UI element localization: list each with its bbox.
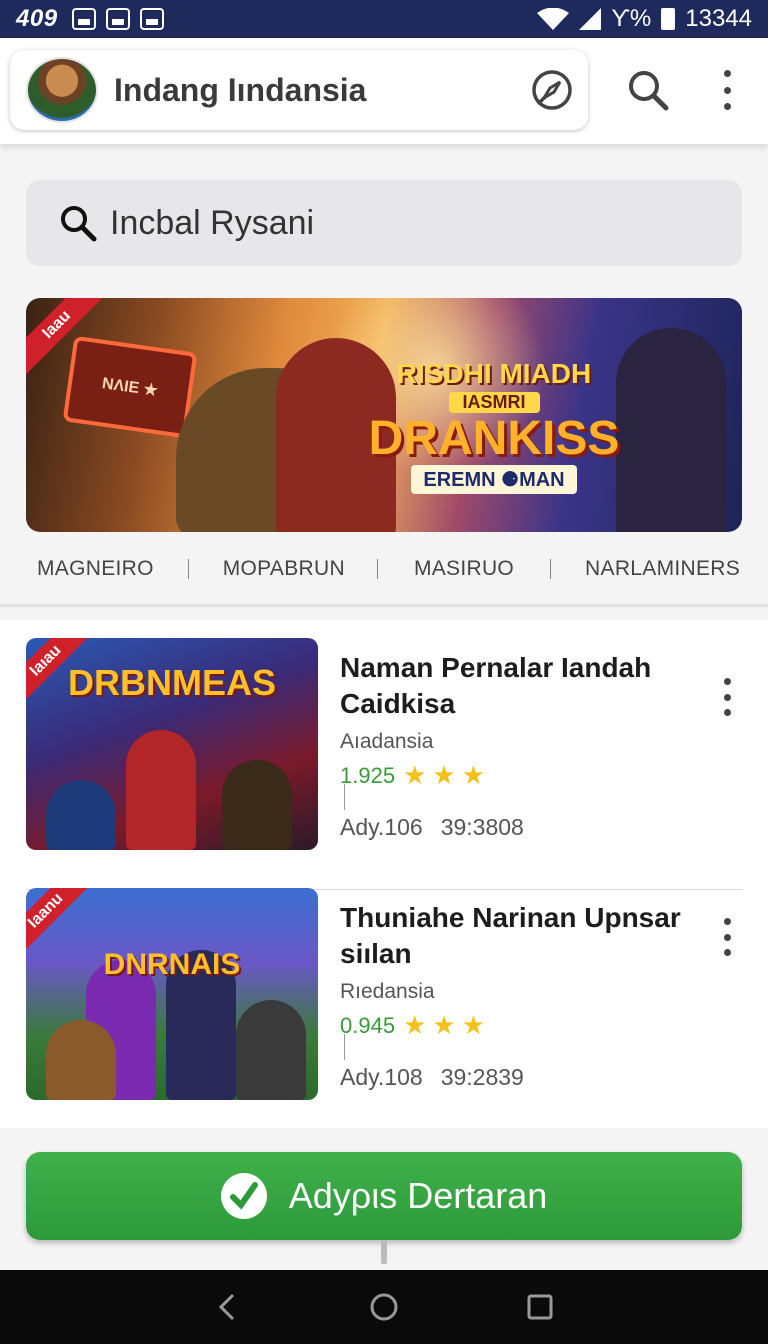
notification-chat-icon xyxy=(139,8,164,30)
item-more-icon[interactable] xyxy=(722,918,732,956)
app-title-card[interactable]: Indang Iındansia xyxy=(10,50,588,130)
star-icon: ★ xyxy=(403,1010,427,1040)
status-time: 409 xyxy=(16,5,58,32)
battery-text: 13344 xyxy=(685,5,752,32)
star-icon: ★ xyxy=(432,1010,456,1040)
featured-banner[interactable]: ΝΛΙЕ ★ Ιaau RISDHI MIADH IASMRI DRANKISS… xyxy=(26,298,742,532)
notification-image-icon xyxy=(71,8,96,30)
item-subtitle: Rıedansia xyxy=(340,980,435,1003)
banner-neon-sign: ΝΛΙЕ ★ xyxy=(62,335,198,439)
back-icon[interactable] xyxy=(213,1292,243,1322)
rating-stars: ★ ★ ★ xyxy=(403,760,485,791)
star-icon: ★ xyxy=(403,760,427,790)
star-icon: ★ xyxy=(461,760,485,790)
tab-0[interactable]: MAGNEIRO xyxy=(37,557,154,581)
search-bar[interactable] xyxy=(26,180,742,266)
app-title: Indang Iındansia xyxy=(114,71,367,108)
item-title: Thuniahe Narinan Upnsar siılan xyxy=(340,902,681,969)
star-icon: ★ xyxy=(432,760,456,790)
tab-1[interactable]: MOPABRUN xyxy=(223,557,345,581)
game-list: DRBNMEAS Ιaıau Naman Pernalar Iandah Cai… xyxy=(0,620,768,1128)
item-thumbnail: DNRNAIS Ιaanu xyxy=(26,888,318,1100)
item-thumbnail: DRBNMEAS Ιaıau xyxy=(26,638,318,850)
category-tabs: MAGNEIRO MOPABRUN MASIRUO NARLAMINERS xyxy=(0,546,768,592)
star-icon: ★ xyxy=(461,1010,485,1040)
item-rating: 0.945 ★ ★ ★ xyxy=(340,1010,485,1041)
recents-icon[interactable] xyxy=(525,1292,555,1322)
item-more-icon[interactable] xyxy=(722,678,732,716)
list-item[interactable]: DNRNAIS Ιaanu Thuniahe Narinan Upnsar si… xyxy=(0,888,768,1120)
item-meta: Ady.108 39:2839 xyxy=(340,1064,524,1090)
home-icon[interactable] xyxy=(369,1292,399,1322)
scroll-indicator xyxy=(381,1240,387,1264)
tab-3[interactable]: NARLAMINERS xyxy=(585,557,740,581)
thumbnail-title: DRBNMEAS xyxy=(67,662,276,703)
item-rating: 1.925 ★ ★ ★ xyxy=(340,760,485,791)
app-logo xyxy=(26,57,98,123)
search-input[interactable] xyxy=(110,203,710,243)
search-bar-icon xyxy=(61,206,97,242)
item-subtitle: Aıadansia xyxy=(340,730,434,753)
thumbnail-title: DNRNAIS xyxy=(103,948,241,981)
search-icon[interactable] xyxy=(626,68,670,112)
notification-icons xyxy=(71,8,164,30)
rating-stars: ★ ★ ★ xyxy=(403,1010,485,1041)
compass-icon[interactable] xyxy=(530,68,574,112)
more-vertical-icon[interactable] xyxy=(716,70,738,110)
system-nav-bar xyxy=(0,1270,768,1344)
notification-gallery-icon xyxy=(105,8,130,30)
wifi-icon xyxy=(537,8,570,30)
status-bar: 409 ϒ% 13344 xyxy=(0,0,768,38)
primary-action-label: Adyριs Dertaran xyxy=(288,1175,548,1216)
list-item[interactable]: DRBNMEAS Ιaıau Naman Pernalar Iandah Cai… xyxy=(0,638,768,890)
item-title: Naman Pernalar Iandah Caidkisa xyxy=(340,652,652,719)
check-leaf-icon xyxy=(220,1173,267,1219)
signal-text: ϒ% xyxy=(611,5,652,32)
primary-action-button[interactable]: Adyριs Dertaran xyxy=(26,1152,742,1240)
banner-title: RISDHI MIADH IASMRI DRANKISS EREMN ⚈MAN xyxy=(344,358,644,494)
tab-2[interactable]: MASIRUO xyxy=(414,557,514,581)
item-meta: Ady.106 39:3808 xyxy=(340,814,524,840)
battery-icon xyxy=(661,8,676,30)
signal-icon xyxy=(579,8,602,30)
app-bar: Indang Iındansia xyxy=(0,38,768,144)
